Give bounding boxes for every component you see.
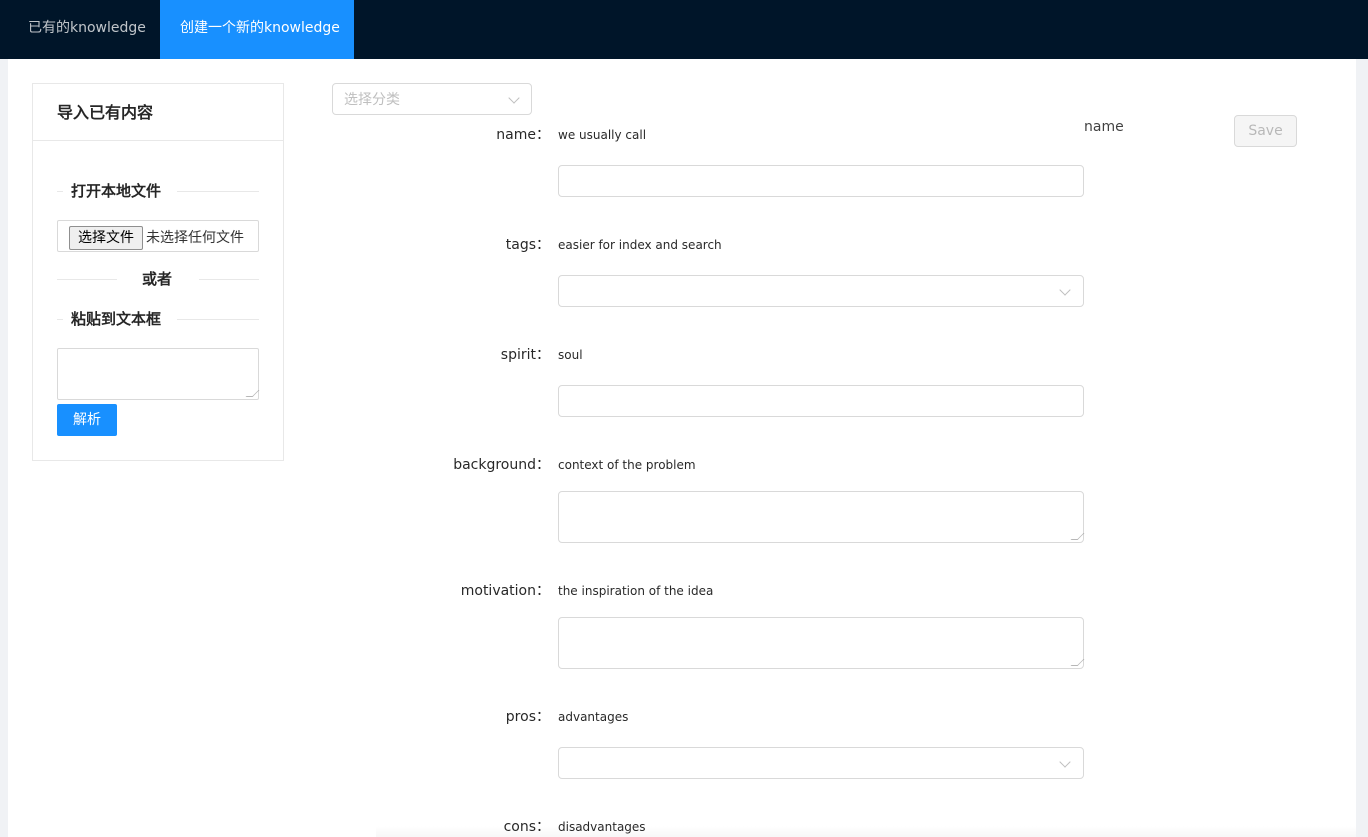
choose-file-button[interactable]: 选择文件: [69, 226, 143, 250]
tags-label: tags：: [505, 237, 550, 253]
top-nav: 已有的knowledge 创建一个新的knowledge: [0, 0, 1368, 59]
tab-create-knowledge[interactable]: 创建一个新的knowledge: [160, 0, 354, 59]
file-input[interactable]: 选择文件 未选择任何文件: [57, 220, 259, 252]
spirit-input[interactable]: [558, 385, 1084, 417]
or-divider: 或者: [57, 268, 259, 290]
pros-select[interactable]: [558, 747, 1084, 779]
tags-select[interactable]: [558, 275, 1084, 307]
category-placeholder: 选择分类: [344, 92, 400, 108]
category-select[interactable]: 选择分类: [332, 83, 532, 115]
name-hint: we usually call: [558, 128, 647, 142]
import-panel-title: 导入已有内容: [33, 84, 283, 141]
name-input[interactable]: [558, 165, 1084, 197]
background-label: background：: [453, 457, 550, 473]
resize-handle-icon[interactable]: [245, 390, 260, 397]
or-label: 或者: [142, 270, 173, 288]
tab-existing-knowledge[interactable]: 已有的knowledge: [8, 0, 160, 59]
import-panel: 导入已有内容 打开本地文件 选择文件 未选择任何文件 或者 粘贴到文本框 解析: [32, 83, 284, 461]
file-status: 未选择任何文件: [146, 230, 244, 246]
tags-hint: easier for index and search: [558, 238, 722, 252]
resize-handle-icon[interactable]: [1070, 533, 1085, 540]
open-file-label: 打开本地文件: [71, 182, 162, 200]
left-gutter: [0, 59, 8, 837]
spirit-hint: soul: [558, 348, 583, 362]
name-preview: name: [1084, 119, 1124, 135]
name-label: name：: [496, 127, 550, 143]
scrollbar-track[interactable]: [1356, 59, 1368, 837]
footer-shadow: [376, 826, 1356, 837]
save-button[interactable]: Save: [1234, 115, 1297, 147]
spirit-label: spirit：: [500, 347, 550, 363]
pros-label: pros：: [505, 709, 550, 725]
background-hint: context of the problem: [558, 458, 696, 472]
resize-handle-icon[interactable]: [1070, 659, 1085, 666]
pros-hint: advantages: [558, 710, 629, 724]
motivation-hint: the inspiration of the idea: [558, 584, 714, 598]
paste-divider: 粘贴到文本框: [57, 308, 259, 330]
chevron-down-icon: [1059, 284, 1071, 296]
paste-textarea[interactable]: [57, 348, 260, 400]
chevron-down-icon: [1059, 756, 1071, 768]
background-textarea[interactable]: [558, 491, 1085, 543]
paste-label: 粘贴到文本框: [71, 310, 162, 328]
motivation-textarea[interactable]: [558, 617, 1085, 669]
open-file-divider: 打开本地文件: [57, 180, 259, 202]
parse-button[interactable]: 解析: [57, 404, 117, 436]
chevron-down-icon: [508, 92, 520, 104]
motivation-label: motivation：: [460, 583, 550, 599]
